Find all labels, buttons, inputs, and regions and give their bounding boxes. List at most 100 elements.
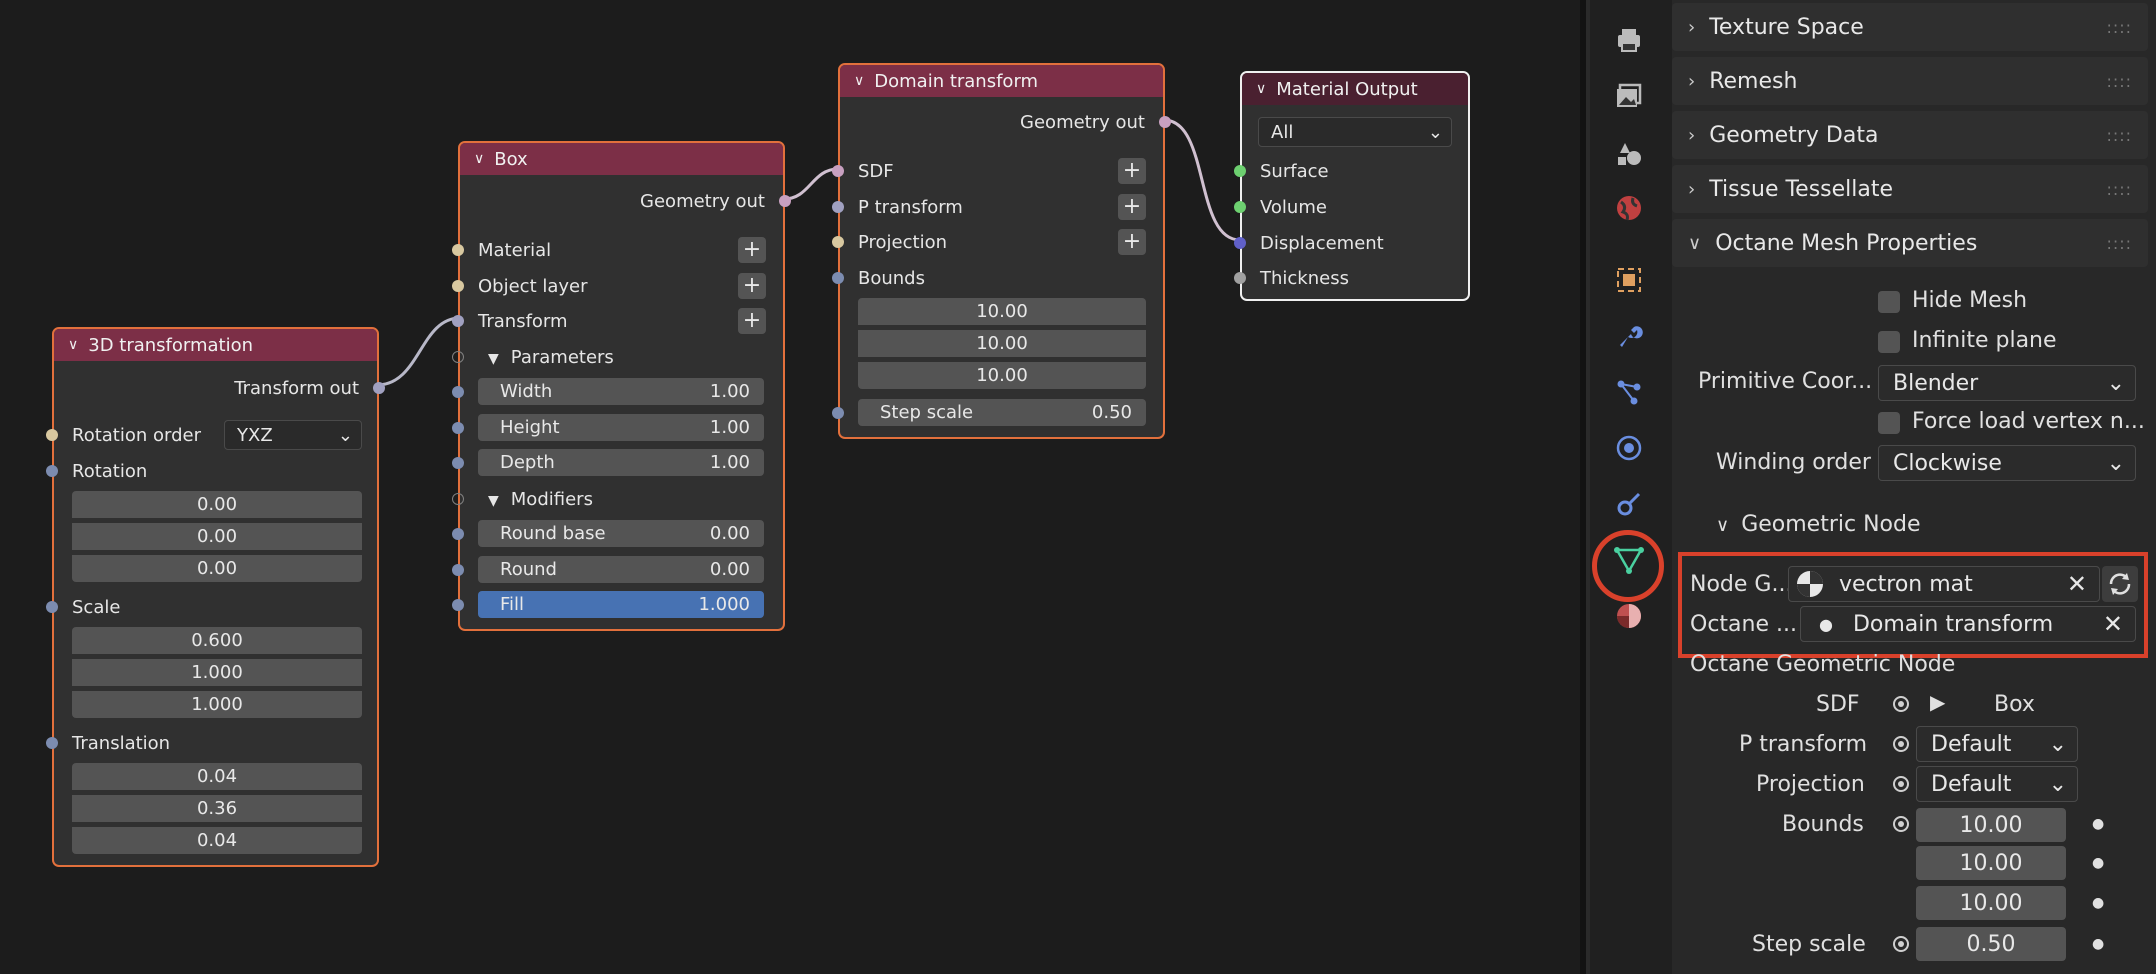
modifiers-group[interactable]: ▼ Modifiers xyxy=(488,489,593,510)
view-layer-tab[interactable] xyxy=(1609,132,1649,172)
input-socket[interactable] xyxy=(452,599,464,611)
projection-select[interactable]: Default ⌄ xyxy=(1916,766,2078,802)
input-socket[interactable] xyxy=(452,244,464,256)
step-scale-field[interactable]: 0.50 xyxy=(1916,927,2066,961)
infinite-plane-checkbox[interactable] xyxy=(1878,331,1900,353)
add-transform-button[interactable]: + xyxy=(738,308,766,334)
node-header[interactable]: ∨ Box xyxy=(460,143,783,175)
add-p-transform-button[interactable]: + xyxy=(1118,194,1146,220)
add-material-button[interactable]: + xyxy=(738,237,766,263)
input-socket[interactable] xyxy=(832,165,844,177)
input-socket[interactable] xyxy=(452,422,464,434)
add-object-layer-button[interactable]: + xyxy=(738,273,766,299)
node-group-field[interactable]: vectron mat ✕ xyxy=(1788,566,2100,602)
socket-link-icon[interactable] xyxy=(1893,776,1909,792)
rotation-order-select[interactable]: YXZ ⌄ xyxy=(224,420,362,450)
hide-mesh-checkbox[interactable] xyxy=(1878,291,1900,313)
bounds-x-field[interactable]: 10.00 xyxy=(858,298,1146,325)
panel-geometry-data[interactable]: › Geometry Data:::: xyxy=(1672,111,2148,159)
node-header[interactable]: ∨ 3D transformation xyxy=(54,329,377,361)
parameters-group[interactable]: ▼ Parameters xyxy=(488,347,614,368)
material-tab[interactable] xyxy=(1609,596,1649,636)
bounds-z-field[interactable]: 10.00 xyxy=(858,362,1146,389)
add-projection-button[interactable]: + xyxy=(1118,229,1146,255)
keyframe-dot-icon[interactable]: ● xyxy=(2092,816,2104,832)
chevron-down-icon[interactable]: ∨ xyxy=(474,151,484,167)
close-icon[interactable]: ✕ xyxy=(2103,610,2123,638)
input-socket[interactable] xyxy=(452,457,464,469)
physics-tab[interactable] xyxy=(1609,428,1649,468)
rotation-y-field[interactable]: 0.00 xyxy=(72,523,362,550)
socket-link-icon[interactable] xyxy=(1893,816,1909,832)
winding-order-select[interactable]: Clockwise ⌄ xyxy=(1878,445,2136,481)
node-3d-transformation[interactable]: ∨ 3D transformation Transform out Rotatio… xyxy=(46,327,385,867)
input-socket[interactable] xyxy=(452,528,464,540)
close-icon[interactable]: ✕ xyxy=(2067,570,2087,598)
fill-slider[interactable]: Fill 1.000 xyxy=(478,591,764,618)
scale-z-field[interactable]: 1.000 xyxy=(72,691,362,718)
scale-x-field[interactable]: 0.600 xyxy=(72,627,362,654)
force-load-checkbox[interactable] xyxy=(1878,412,1900,434)
node-box[interactable]: ∨ Box Geometry out Material + Object laye… xyxy=(452,141,791,631)
input-socket[interactable] xyxy=(1234,165,1246,177)
input-socket[interactable] xyxy=(46,737,58,749)
rotation-x-field[interactable]: 0.00 xyxy=(72,491,362,518)
keyframe-dot-icon[interactable]: ● xyxy=(2092,895,2104,911)
keyframe-dot-icon[interactable]: ● xyxy=(2092,855,2104,871)
bounds-z-field[interactable]: 10.00 xyxy=(1916,886,2066,920)
input-socket[interactable] xyxy=(452,564,464,576)
round-base-field[interactable]: Round base 0.00 xyxy=(478,520,764,547)
p-transform-select[interactable]: Default ⌄ xyxy=(1916,726,2078,762)
input-socket[interactable] xyxy=(1234,201,1246,213)
bounds-y-field[interactable]: 10.00 xyxy=(1916,846,2066,880)
object-tab[interactable] xyxy=(1609,260,1649,300)
depth-field[interactable]: Depth 1.00 xyxy=(478,449,764,476)
chevron-down-icon[interactable]: ∨ xyxy=(68,337,78,353)
bounds-x-field[interactable]: 10.00 xyxy=(1916,808,2066,842)
refresh-button[interactable] xyxy=(2102,566,2138,602)
input-socket[interactable] xyxy=(832,272,844,284)
primitive-coord-select[interactable]: Blender ⌄ xyxy=(1878,365,2136,401)
chevron-down-icon[interactable]: ∨ xyxy=(854,73,864,89)
node-header[interactable]: ∨ Material Output xyxy=(1242,73,1468,105)
output-socket[interactable] xyxy=(373,382,385,394)
panel-texture-space[interactable]: › Texture Space:::: xyxy=(1672,3,2148,51)
node-material-output[interactable]: ∨ Material Output All ⌄ Surface Volume Dis… xyxy=(1234,71,1470,301)
socket-link-icon[interactable] xyxy=(1893,696,1909,712)
panel-octane-mesh-properties[interactable]: ∨ Octane Mesh Properties:::: xyxy=(1672,219,2148,267)
round-field[interactable]: Round 0.00 xyxy=(478,556,764,583)
panel-tissue-tessellate[interactable]: › Tissue Tessellate:::: xyxy=(1672,165,2148,213)
socket-link-icon[interactable] xyxy=(1893,736,1909,752)
drag-grip-icon[interactable]: :::: xyxy=(2106,72,2132,91)
translation-x-field[interactable]: 0.04 xyxy=(72,763,362,790)
node-header[interactable]: ∨ Domain transform xyxy=(840,65,1163,97)
output-socket[interactable] xyxy=(1159,116,1171,128)
node-domain-transform[interactable]: ∨ Domain transform Geometry out SDF + P t… xyxy=(832,63,1171,439)
input-socket[interactable] xyxy=(452,386,464,398)
input-socket[interactable] xyxy=(46,429,58,441)
chevron-down-icon[interactable]: ∨ xyxy=(1256,81,1266,97)
octane-node-field[interactable]: ● Domain transform ✕ xyxy=(1800,606,2136,642)
input-socket[interactable] xyxy=(46,601,58,613)
constraints-tab[interactable] xyxy=(1609,484,1649,524)
play-triangle-icon[interactable]: ▶ xyxy=(1930,690,1945,714)
geometric-node-subpanel[interactable]: ∨ Geometric Node xyxy=(1716,512,1921,537)
input-socket[interactable] xyxy=(1234,237,1246,249)
input-socket[interactable] xyxy=(1234,272,1246,284)
output-tab[interactable] xyxy=(1609,76,1649,116)
translation-y-field[interactable]: 0.36 xyxy=(72,795,362,822)
step-scale-field[interactable]: Step scale 0.50 xyxy=(858,399,1146,426)
render-tab[interactable] xyxy=(1609,20,1649,60)
translation-z-field[interactable]: 0.04 xyxy=(72,827,362,854)
drag-grip-icon[interactable]: :::: xyxy=(2106,234,2132,253)
add-sdf-button[interactable]: + xyxy=(1118,158,1146,184)
height-field[interactable]: Height 1.00 xyxy=(478,414,764,441)
rotation-z-field[interactable]: 0.00 xyxy=(72,555,362,582)
panel-remesh[interactable]: › Remesh:::: xyxy=(1672,57,2148,105)
modifiers-tab[interactable] xyxy=(1609,316,1649,356)
target-select[interactable]: All ⌄ xyxy=(1258,117,1452,147)
scale-y-field[interactable]: 1.000 xyxy=(72,659,362,686)
input-socket[interactable] xyxy=(452,351,464,363)
particles-tab[interactable] xyxy=(1609,372,1649,412)
input-socket[interactable] xyxy=(832,407,844,419)
